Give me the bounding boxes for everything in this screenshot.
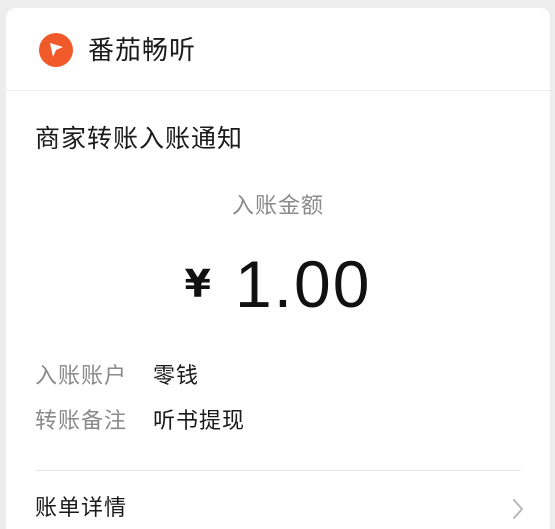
fanqie-logo-icon	[39, 33, 73, 67]
screen: 番茄畅听 商家转账入账通知 入账金额 ¥1.00 入账账户 零钱 转账备注 听书提现…	[0, 0, 555, 529]
notification-card: 番茄畅听 商家转账入账通知 入账金额 ¥1.00 入账账户 零钱 转账备注 听书提现…	[6, 8, 550, 529]
card-header[interactable]: 番茄畅听	[6, 8, 550, 91]
divider	[35, 470, 521, 471]
bill-details-label: 账单详情	[35, 496, 128, 521]
app-name: 番茄畅听	[88, 36, 197, 66]
amount-display: ¥1.00	[6, 246, 550, 322]
info-row-account: 入账账户 零钱	[35, 360, 199, 394]
notice-title: 商家转账入账通知	[35, 124, 244, 153]
info-value: 零钱	[153, 364, 200, 389]
amount-label: 入账金额	[231, 194, 324, 219]
currency-symbol: ¥	[184, 262, 211, 306]
info-value: 听书提现	[153, 409, 246, 434]
info-label: 转账备注	[35, 409, 128, 434]
chevron-right-icon	[511, 497, 525, 525]
info-label: 入账账户	[35, 364, 128, 389]
info-row-remark: 转账备注 听书提现	[35, 405, 245, 439]
bill-details-link[interactable]: 账单详情	[35, 492, 523, 526]
amount-value: 1.00	[234, 247, 372, 321]
